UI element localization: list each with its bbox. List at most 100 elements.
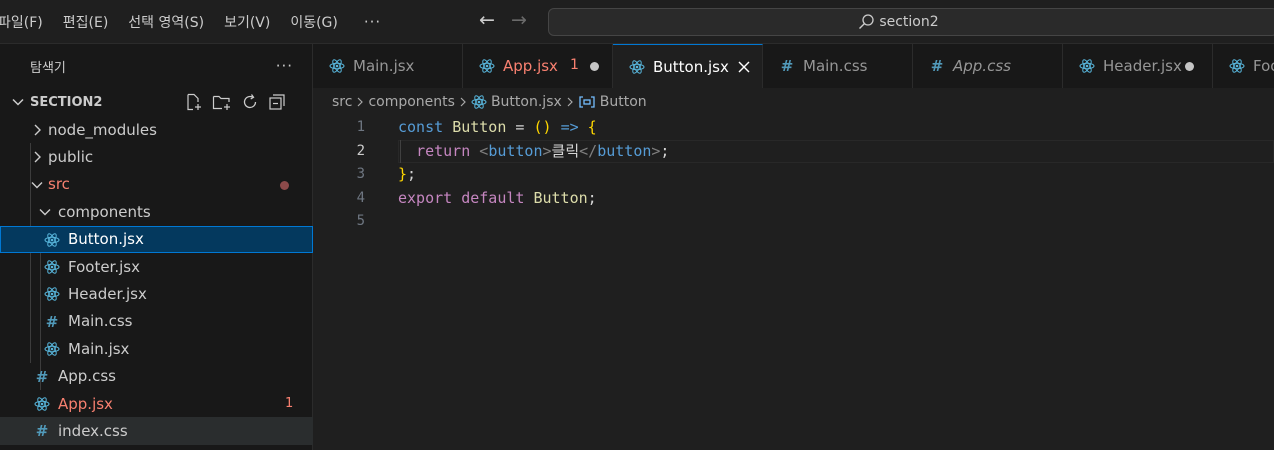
hash-icon: # bbox=[780, 57, 794, 75]
code-line-4: 4 export default Button; bbox=[313, 187, 1274, 211]
breadcrumb-label: Button.jsx bbox=[490, 94, 562, 110]
tree-item-label: components bbox=[58, 202, 151, 221]
hash-icon: # bbox=[45, 312, 59, 331]
tree-item-header-jsx[interactable]: Header.jsx bbox=[0, 280, 313, 307]
new-file-icon[interactable] bbox=[185, 93, 203, 111]
menu-go[interactable]: 이동(G) bbox=[290, 12, 338, 32]
tab-header-jsx[interactable]: Header.jsx bbox=[1063, 44, 1213, 88]
breadcrumb-label: Button bbox=[599, 94, 647, 110]
hash-icon: # bbox=[930, 57, 944, 75]
breadcrumb-button-jsx[interactable]: Button.jsx bbox=[471, 94, 562, 110]
tree-item-footer-jsx[interactable]: Footer.jsx bbox=[0, 253, 313, 280]
tree-item-label: src bbox=[48, 175, 70, 194]
tree-item-components[interactable]: components bbox=[0, 198, 313, 225]
tree-item-label: App.css bbox=[58, 367, 116, 386]
forward-arrow-icon[interactable]: → bbox=[511, 9, 527, 31]
tab-label: Header.jsx bbox=[1103, 57, 1182, 75]
modified-dot bbox=[280, 180, 289, 190]
menu-more-button[interactable]: ··· bbox=[364, 13, 381, 31]
problem-count-badge: 1 bbox=[285, 396, 294, 412]
code-text: export default Button; bbox=[398, 188, 597, 207]
problem-count-badge: 1 bbox=[570, 57, 579, 73]
line-number: 4 bbox=[356, 189, 365, 206]
tree-item-app-css[interactable]: # App.css bbox=[0, 363, 313, 390]
tree-item-label: Main.jsx bbox=[68, 339, 130, 358]
tree-item-src[interactable]: src bbox=[0, 171, 313, 198]
back-arrow-icon[interactable]: ← bbox=[479, 9, 495, 31]
tree-item-index-css[interactable]: # index.css bbox=[0, 417, 313, 445]
react-icon bbox=[44, 259, 60, 275]
menu-view[interactable]: 보기(V) bbox=[224, 12, 270, 32]
chevron-down-icon bbox=[39, 209, 51, 216]
breadcrumb-components[interactable]: components bbox=[368, 94, 455, 110]
workspace-name: SECTION2 bbox=[30, 94, 103, 110]
tab-footer-jsx[interactable]: Foo bbox=[1213, 44, 1274, 88]
code-line-1: 1 const Button = () => { bbox=[313, 116, 1274, 140]
tab-main-jsx[interactable]: Main.jsx bbox=[313, 44, 463, 88]
tab-label: Main.css bbox=[803, 57, 868, 75]
menu-selection[interactable]: 선택 영역(S) bbox=[128, 12, 204, 32]
tree-item-node-modules[interactable]: node_modules bbox=[0, 116, 313, 143]
unsaved-dot[interactable] bbox=[590, 62, 599, 71]
breadcrumb-label: src bbox=[332, 94, 353, 110]
search-icon bbox=[859, 14, 874, 29]
breadcrumb-symbol-button[interactable]: Button bbox=[578, 94, 647, 110]
chevron-down-icon bbox=[31, 181, 43, 189]
collapse-all-icon[interactable] bbox=[268, 93, 286, 111]
tree-item-main-css[interactable]: # Main.css bbox=[0, 308, 313, 335]
tab-label: App.jsx bbox=[503, 57, 558, 75]
react-icon bbox=[629, 59, 645, 75]
tab-app-jsx[interactable]: App.jsx 1 bbox=[463, 44, 613, 88]
code-editor[interactable]: 1 const Button = () => { 2 return <butto… bbox=[313, 116, 1274, 450]
chevron-right-icon bbox=[458, 95, 468, 109]
explorer-more-button[interactable]: ··· bbox=[276, 57, 293, 75]
explorer-title: 탐색기 bbox=[30, 60, 66, 76]
tree-item-label: Button.jsx bbox=[68, 230, 144, 249]
code-line-2: 2 return <button>클릭</button>; bbox=[313, 139, 1274, 164]
symbol-variable-icon bbox=[579, 96, 595, 108]
chevron-right-icon bbox=[565, 95, 575, 109]
menu-file[interactable]: 파일(F) bbox=[0, 12, 43, 32]
code-text: }; bbox=[398, 165, 417, 183]
hash-icon: # bbox=[35, 367, 49, 386]
tab-app-css[interactable]: # App.css bbox=[913, 44, 1063, 88]
tree-item-public[interactable]: public bbox=[0, 143, 313, 170]
new-folder-icon[interactable] bbox=[212, 93, 232, 111]
close-icon[interactable] bbox=[737, 58, 751, 76]
tree-item-label: Main.css bbox=[68, 312, 133, 331]
workspace-section-header[interactable]: SECTION2 bbox=[0, 88, 313, 116]
code-line-3: 3 }; bbox=[313, 163, 1274, 187]
tab-label: Main.jsx bbox=[353, 57, 415, 75]
react-icon bbox=[34, 396, 50, 412]
breadcrumb-src[interactable]: src bbox=[332, 94, 352, 110]
tree-item-main-jsx[interactable]: Main.jsx bbox=[0, 335, 313, 362]
tree-item-app-jsx[interactable]: App.jsx 1 bbox=[0, 390, 313, 417]
code-text: const Button = () => { bbox=[398, 118, 597, 136]
tab-label: Foo bbox=[1253, 57, 1274, 75]
command-center-search[interactable]: section2 bbox=[548, 8, 1274, 36]
breadcrumb: src components Button.jsx Button bbox=[313, 88, 1274, 116]
refresh-icon[interactable] bbox=[241, 93, 259, 111]
file-tree: node_modules public src components Butto… bbox=[0, 116, 313, 445]
tree-item-label: Header.jsx bbox=[68, 285, 147, 304]
tab-label: Button.jsx bbox=[653, 58, 729, 76]
unsaved-dot[interactable] bbox=[1185, 62, 1194, 71]
tree-item-button-jsx[interactable]: Button.jsx bbox=[0, 225, 313, 253]
react-icon bbox=[44, 341, 60, 357]
tab-button-jsx[interactable]: Button.jsx bbox=[613, 44, 763, 89]
line-number: 2 bbox=[356, 142, 365, 159]
react-icon bbox=[479, 58, 495, 74]
breadcrumb-label: components bbox=[368, 94, 455, 110]
code-text: return <button>클릭</button>; bbox=[416, 141, 670, 160]
search-text: section2 bbox=[879, 14, 939, 30]
react-icon bbox=[1079, 58, 1095, 74]
editor-tab-bar: Main.jsx App.jsx 1 Button.jsx # Main.css… bbox=[313, 44, 1274, 89]
line-number: 5 bbox=[356, 213, 365, 229]
tab-label: App.css bbox=[953, 57, 1011, 75]
tree-item-label: Footer.jsx bbox=[68, 257, 140, 276]
line-number: 3 bbox=[356, 166, 365, 182]
menu-edit[interactable]: 편집(E) bbox=[63, 12, 109, 32]
code-line-5: 5 bbox=[313, 210, 1274, 234]
tab-main-css[interactable]: # Main.css bbox=[763, 44, 913, 88]
tree-item-label: node_modules bbox=[48, 120, 157, 139]
